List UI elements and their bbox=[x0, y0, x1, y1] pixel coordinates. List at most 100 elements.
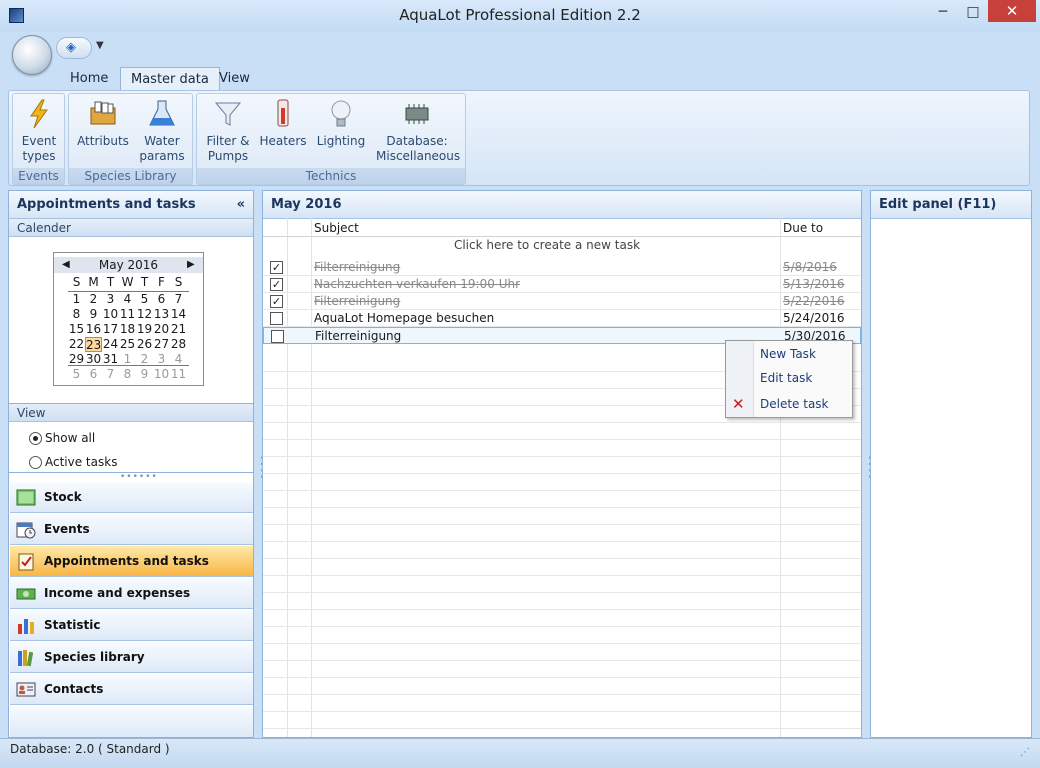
menu-item-edit-task[interactable]: Edit task bbox=[760, 371, 812, 385]
filter-pumps-button[interactable]: Filter & Pumps bbox=[203, 98, 253, 164]
close-button[interactable]: ✕ bbox=[988, 0, 1036, 22]
quick-access-dropdown-icon[interactable]: ▼ bbox=[96, 40, 104, 51]
task-done-checkbox[interactable]: ✓ bbox=[270, 278, 283, 291]
calendar-day[interactable]: 8 bbox=[68, 307, 85, 322]
calendar-day[interactable]: 26 bbox=[136, 337, 153, 352]
calendar-day[interactable]: 22 bbox=[68, 337, 85, 352]
grid-line bbox=[263, 507, 861, 508]
status-text: Database: 2.0 ( Standard ) bbox=[10, 742, 170, 756]
panel-splitter-grip[interactable]: •••••• bbox=[120, 472, 158, 482]
nav-appointments-and-tasks[interactable]: Appointments and tasks bbox=[10, 546, 253, 577]
nav-events[interactable]: Events bbox=[10, 514, 253, 545]
nav-contacts[interactable]: Contacts bbox=[10, 674, 253, 705]
calendar-day[interactable]: 21 bbox=[170, 322, 187, 337]
month-calendar[interactable]: May 2016 ◀ ▶ SMTWTFS 1 2 3 4 5 6 7 8 9 10 11 12 13 14… bbox=[53, 252, 204, 386]
calendar-day[interactable]: 10 bbox=[153, 367, 170, 382]
nav-species-library[interactable]: Species library bbox=[10, 642, 253, 673]
calendar-weekday: S bbox=[174, 275, 183, 289]
calendar-day[interactable]: 4 bbox=[119, 292, 136, 307]
calendar-day[interactable]: 11 bbox=[170, 367, 187, 382]
lightning-icon bbox=[30, 99, 48, 129]
calendar-day[interactable]: 25 bbox=[119, 337, 136, 352]
calendar-day[interactable]: 5 bbox=[136, 292, 153, 307]
menu-item-delete-task[interactable]: Delete task bbox=[760, 397, 829, 411]
calendar-day[interactable]: 12 bbox=[136, 307, 153, 322]
task-done-checkbox[interactable] bbox=[270, 312, 283, 325]
calendar-day[interactable]: 18 bbox=[119, 322, 136, 337]
calendar-day[interactable]: 17 bbox=[102, 322, 119, 337]
calendar-day[interactable]: 23 bbox=[85, 337, 102, 352]
nav-statistic[interactable]: Statistic bbox=[10, 610, 253, 641]
menu-item-new-task[interactable]: New Task bbox=[760, 347, 816, 361]
calendar-day[interactable]: 15 bbox=[68, 322, 85, 337]
radio-show-all[interactable] bbox=[29, 432, 42, 445]
heaters-button[interactable]: Heaters bbox=[259, 98, 307, 149]
contact-card-icon bbox=[16, 682, 36, 697]
radio-show-all-label[interactable]: Show all bbox=[45, 431, 95, 445]
task-row[interactable]: ✓ Filterreinigung 5/22/2016 bbox=[263, 293, 861, 310]
nav-stock[interactable]: Stock bbox=[10, 482, 253, 513]
calendar-day[interactable]: 8 bbox=[119, 367, 136, 382]
database-miscellaneous-button[interactable]: Database: Miscellaneous bbox=[376, 98, 460, 164]
calendar-month-title: May 2016 bbox=[54, 257, 203, 273]
calendar-day[interactable]: 13 bbox=[153, 307, 170, 322]
calendar-day[interactable]: 3 bbox=[102, 292, 119, 307]
task-done-checkbox[interactable] bbox=[271, 330, 284, 343]
calendar-day[interactable]: 27 bbox=[153, 337, 170, 352]
calendar-day[interactable]: 19 bbox=[136, 322, 153, 337]
quick-access-gem-icon[interactable]: ◈ bbox=[63, 40, 79, 56]
calendar-day[interactable]: 2 bbox=[85, 292, 102, 307]
application-orb-button[interactable] bbox=[12, 35, 52, 75]
minimize-button[interactable]: ─ bbox=[930, 2, 956, 22]
calendar-day[interactable]: 1 bbox=[68, 292, 85, 307]
calendar-day[interactable]: 6 bbox=[85, 367, 102, 382]
task-due-date: 5/8/2016 bbox=[783, 260, 837, 274]
calendar-day[interactable]: 5 bbox=[68, 367, 85, 382]
task-row[interactable]: AquaLot Homepage besuchen 5/24/2016 bbox=[263, 310, 861, 327]
calendar-day[interactable]: 7 bbox=[170, 292, 187, 307]
calendar-day[interactable]: 28 bbox=[170, 337, 187, 352]
lighting-button[interactable]: Lighting bbox=[313, 98, 369, 149]
calendar-day[interactable]: 20 bbox=[153, 322, 170, 337]
edit-panel-title: Edit panel (F11) bbox=[879, 197, 997, 212]
resize-grip-icon[interactable]: ⋰ bbox=[1020, 746, 1034, 760]
task-done-checkbox[interactable]: ✓ bbox=[270, 261, 283, 274]
maximize-button[interactable]: □ bbox=[960, 2, 986, 22]
task-done-checkbox[interactable]: ✓ bbox=[270, 295, 283, 308]
calendar-next-button[interactable]: ▶ bbox=[187, 257, 195, 273]
calendar-day[interactable]: 7 bbox=[102, 367, 119, 382]
grid-line bbox=[263, 558, 861, 559]
view-section-label: View bbox=[9, 404, 253, 422]
calendar-day[interactable]: 9 bbox=[85, 307, 102, 322]
new-task-row[interactable]: Click here to create a new task bbox=[263, 238, 831, 252]
task-row[interactable]: ✓ Filterreinigung 5/8/2016 bbox=[263, 259, 861, 276]
radio-active-tasks-label[interactable]: Active tasks bbox=[45, 455, 117, 469]
grid-line bbox=[263, 592, 861, 593]
calendar-day[interactable]: 24 bbox=[102, 337, 119, 352]
column-header-due[interactable]: Due to bbox=[783, 221, 823, 235]
tab-master-data[interactable]: Master data bbox=[120, 67, 220, 91]
attributs-button[interactable]: Attributs bbox=[74, 98, 132, 149]
water-params-button[interactable]: Water params bbox=[136, 98, 188, 164]
calendar-day[interactable]: 14 bbox=[170, 307, 187, 322]
event-types-button[interactable]: Event types bbox=[14, 98, 64, 164]
calendar-day[interactable]: 9 bbox=[136, 367, 153, 382]
calendar-day[interactable]: 16 bbox=[85, 322, 102, 337]
task-subject: Nachzuchten verkaufen 19:00 Uhr bbox=[314, 277, 521, 291]
tasks-panel-header: May 2016 bbox=[263, 191, 861, 219]
left-panel-header: Appointments and tasks « bbox=[9, 191, 253, 219]
task-row[interactable]: ✓ Nachzuchten verkaufen 19:00 Uhr 5/13/201… bbox=[263, 276, 861, 293]
calendar-day[interactable]: 11 bbox=[119, 307, 136, 322]
column-header-subject[interactable]: Subject bbox=[314, 221, 359, 235]
tab-home[interactable]: Home bbox=[60, 67, 118, 91]
tasks-panel: May 2016 Subject Due to Click here to cr… bbox=[262, 190, 862, 738]
calendar-day[interactable]: 6 bbox=[153, 292, 170, 307]
collapse-panel-button[interactable]: « bbox=[237, 191, 245, 219]
calendar-prev-button[interactable]: ◀ bbox=[62, 257, 70, 273]
grid-line bbox=[263, 643, 861, 644]
calendar-day[interactable]: 10 bbox=[102, 307, 119, 322]
nav-income-and-expenses[interactable]: Income and expenses bbox=[10, 578, 253, 609]
tab-view[interactable]: View bbox=[209, 67, 260, 91]
task-due-date: 5/13/2016 bbox=[783, 277, 845, 291]
radio-active-tasks[interactable] bbox=[29, 456, 42, 469]
